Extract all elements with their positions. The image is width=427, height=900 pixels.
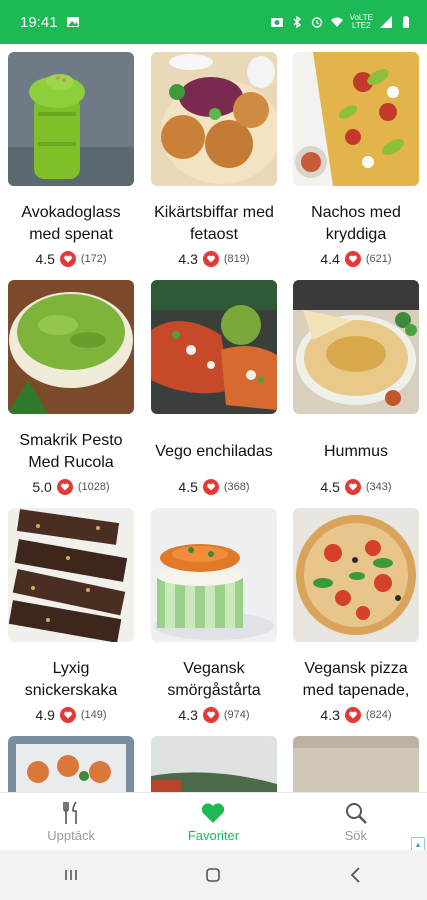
ad-info-icon[interactable]: ▴ xyxy=(411,837,425,851)
nav-search[interactable]: Sök xyxy=(296,800,416,843)
nav-discover[interactable]: Upptäck xyxy=(11,800,131,843)
heart-badge-icon xyxy=(59,251,76,267)
recipe-card[interactable]: Hummus 4.5 (343) xyxy=(293,280,419,508)
gallery-icon xyxy=(66,15,80,29)
recipe-card[interactable]: Vego enchiladas 4.5 (368) xyxy=(151,280,277,508)
recipe-title[interactable]: Vego enchiladas xyxy=(151,430,277,474)
recipe-grid[interactable]: Avokadoglass med spenat 4.5 (172) Kikärt… xyxy=(0,44,427,792)
recipe-image-partial[interactable] xyxy=(293,736,419,792)
recipe-image-partial[interactable] xyxy=(8,736,134,792)
recipe-title[interactable]: Kikärtsbiffar med fetaost xyxy=(151,202,277,246)
rating-value: 4.4 xyxy=(320,251,340,267)
nav-label: Favoriter xyxy=(187,828,240,843)
bottom-nav: Upptäck Favoriter Sök ▴ xyxy=(0,792,427,851)
status-left: 19:41 xyxy=(20,14,80,31)
recipe-title[interactable]: Vegansk smörgåstårta xyxy=(151,658,277,702)
rating-value: 4.3 xyxy=(178,251,198,267)
recipe-image-partial[interactable] xyxy=(151,736,277,792)
recipe-title[interactable]: Lyxig snickerskaka xyxy=(8,658,134,702)
recipe-card[interactable]: Vegansk pizza med tapenade, 4.3 (824) xyxy=(293,508,419,736)
rating-value: 4.5 xyxy=(178,479,198,495)
bluetooth-icon xyxy=(290,15,304,29)
recipe-card[interactable]: Nachos med kryddiga 4.4 (621) xyxy=(293,52,419,280)
rating-count: (1028) xyxy=(77,481,110,493)
nav-label: Upptäck xyxy=(47,828,95,843)
rating-count: (974) xyxy=(223,709,250,721)
heart-badge-icon xyxy=(56,479,73,495)
clock: 19:41 xyxy=(20,13,58,31)
rating-count: (819) xyxy=(223,253,250,265)
recipe-image-pesto[interactable] xyxy=(8,280,134,414)
rating-value: 4.9 xyxy=(35,707,55,723)
heart-badge-icon xyxy=(59,707,76,723)
heart-badge-icon xyxy=(344,479,361,495)
wifi-icon xyxy=(330,15,344,29)
heart-badge-icon xyxy=(344,251,361,267)
recipe-image-nachos[interactable] xyxy=(293,52,419,186)
rating-count: (368) xyxy=(223,481,250,493)
rating-value: 4.3 xyxy=(320,707,340,723)
rating-value: 5.0 xyxy=(32,479,52,495)
rating-row: 5.0 (1028) xyxy=(8,479,134,495)
recipe-title[interactable]: Nachos med kryddiga xyxy=(293,202,419,246)
home-icon[interactable] xyxy=(202,864,224,886)
rating-count: (824) xyxy=(365,709,392,721)
recipe-image-chickpea-patties[interactable] xyxy=(151,52,277,186)
recipe-image-sandwich-cake[interactable] xyxy=(151,508,277,642)
fork-knife-icon xyxy=(58,800,84,826)
recipe-card[interactable]: Avokadoglass med spenat 4.5 (172) xyxy=(8,52,134,280)
recipe-card[interactable]: Lyxig snickerskaka 4.9 (149) xyxy=(8,508,134,736)
volte-bottom: LTE2 xyxy=(352,21,371,30)
rating-value: 4.3 xyxy=(178,707,198,723)
rating-row: 4.3 (974) xyxy=(151,707,277,723)
recipe-card[interactable]: Smakrik Pesto Med Rucola 5.0 (1028) xyxy=(8,280,134,508)
heart-badge-icon xyxy=(344,707,361,723)
rating-count: (149) xyxy=(80,709,107,721)
nav-label: Sök xyxy=(344,828,368,843)
recipe-title[interactable]: Hummus xyxy=(293,430,419,474)
nav-favorites[interactable]: Favoriter xyxy=(153,800,273,843)
recipe-title[interactable]: Avokadoglass med spenat xyxy=(8,202,134,246)
recipe-image-enchiladas[interactable] xyxy=(151,280,277,414)
rating-count: (172) xyxy=(80,253,107,265)
back-icon[interactable] xyxy=(345,864,367,886)
heart-badge-icon xyxy=(202,707,219,723)
rating-row: 4.5 (368) xyxy=(151,479,277,495)
heart-icon xyxy=(200,800,226,826)
rating-row: 4.5 (172) xyxy=(8,251,134,267)
rating-row: 4.9 (149) xyxy=(8,707,134,723)
alarm-icon xyxy=(310,15,324,29)
rating-row: 4.4 (621) xyxy=(293,251,419,267)
recipe-card[interactable]: Vegansk smörgåstårta 4.3 (974) xyxy=(151,508,277,736)
recipe-card[interactable]: Kikärtsbiffar med fetaost 4.3 (819) xyxy=(151,52,277,280)
rating-row: 4.5 (343) xyxy=(293,479,419,495)
status-right: VoLTE LTE2 xyxy=(270,14,413,30)
recipe-image-snickers-cake[interactable] xyxy=(8,508,134,642)
recipe-title[interactable]: Vegansk pizza med tapenade, xyxy=(293,658,419,702)
rating-count: (343) xyxy=(365,481,392,493)
camera-icon xyxy=(270,15,284,29)
volte-indicator: VoLTE LTE2 xyxy=(350,14,373,30)
heart-badge-icon xyxy=(202,479,219,495)
rating-count: (621) xyxy=(365,253,392,265)
search-icon xyxy=(343,800,369,826)
rating-row: 4.3 (819) xyxy=(151,251,277,267)
recipe-image-hummus[interactable] xyxy=(293,280,419,414)
heart-badge-icon xyxy=(202,251,219,267)
recipe-image-pizza[interactable] xyxy=(293,508,419,642)
recent-apps-icon[interactable] xyxy=(60,864,82,886)
status-bar: 19:41 VoLTE LTE2 xyxy=(0,0,427,44)
rating-value: 4.5 xyxy=(35,251,55,267)
battery-icon xyxy=(399,15,413,29)
rating-value: 4.5 xyxy=(320,479,340,495)
system-nav xyxy=(0,850,427,900)
rating-row: 4.3 (824) xyxy=(293,707,419,723)
recipe-image-avocado-icecream[interactable] xyxy=(8,52,134,186)
recipe-title[interactable]: Smakrik Pesto Med Rucola xyxy=(8,430,134,474)
signal-icon xyxy=(379,15,393,29)
